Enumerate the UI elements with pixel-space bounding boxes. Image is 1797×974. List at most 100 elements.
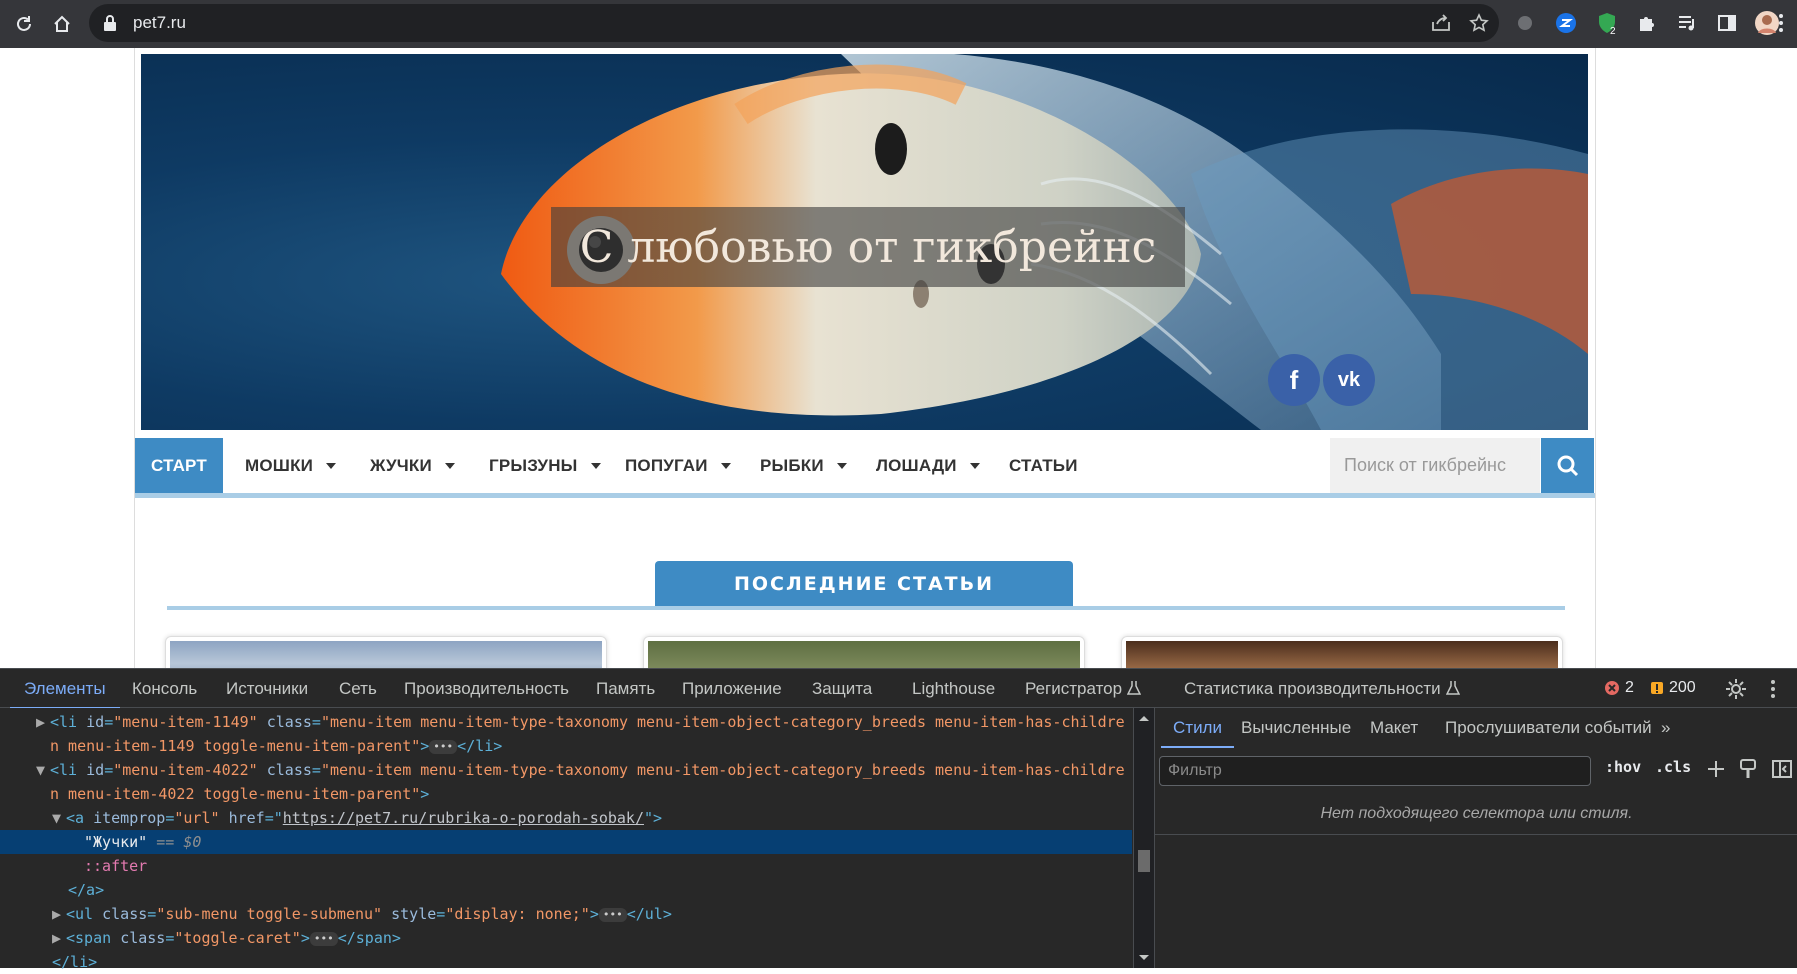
- dom-tag: <li: [50, 713, 87, 731]
- error-counter[interactable]: 2: [1604, 679, 1634, 697]
- dom-node[interactable]: ▼ <li id="menu-item-4022" class="menu-ite…: [0, 758, 1132, 782]
- dom-node[interactable]: ▶ <li id="menu-item-1149" class="menu-ite…: [0, 710, 1132, 734]
- dom-tag: </a>: [68, 881, 105, 899]
- menu-item-moshki[interactable]: МОШКИ: [245, 438, 337, 493]
- caret-down-icon[interactable]: [836, 462, 847, 469]
- caret-down-icon[interactable]: [444, 462, 455, 469]
- dom-node-continuation[interactable]: n menu-item-1149 toggle-menu-item-parent…: [0, 734, 1132, 758]
- dom-attr-value: n menu-item-4022 toggle-menu-item-parent…: [50, 785, 421, 803]
- menu-item-start[interactable]: СТАРТ: [135, 438, 223, 493]
- dom-node[interactable]: ▶ <span class="toggle-caret"> ••• </span>: [0, 926, 1132, 950]
- vk-icon[interactable]: vk: [1323, 354, 1375, 406]
- article-card[interactable]: [1121, 636, 1563, 668]
- tab-recorder[interactable]: Регистратор: [1025, 669, 1142, 709]
- tab-layout[interactable]: Макет: [1370, 708, 1418, 748]
- share-icon[interactable]: [1431, 14, 1451, 36]
- tab-computed[interactable]: Вычисленные: [1241, 708, 1351, 748]
- menu-item-gryzuny[interactable]: ГРЫЗУНЫ: [489, 438, 601, 493]
- expand-triangle-icon[interactable]: ▶: [0, 710, 50, 734]
- reload-icon[interactable]: [12, 12, 36, 36]
- media-queue-icon[interactable]: [1674, 10, 1700, 36]
- extensions-puzzle-icon[interactable]: [1634, 10, 1660, 36]
- ellipsis-icon[interactable]: •••: [429, 740, 458, 754]
- menu-item-popugai[interactable]: ПОПУГАИ: [625, 438, 731, 493]
- tab-sources[interactable]: Источники: [226, 669, 308, 709]
- dom-pseudo-element[interactable]: ::after: [0, 854, 1132, 878]
- tab-lighthouse[interactable]: Lighthouse: [912, 669, 995, 709]
- search-button[interactable]: [1541, 438, 1594, 493]
- tab-event-listeners[interactable]: Прослушиватели событий: [1445, 708, 1652, 748]
- paint-brush-icon[interactable]: [1739, 758, 1757, 785]
- extension-blue-icon[interactable]: [1553, 10, 1579, 36]
- dom-href-link[interactable]: https://pet7.ru/rubrika-o-porodah-sobak/: [283, 809, 644, 827]
- collapse-triangle-icon[interactable]: ▼: [0, 758, 50, 782]
- warning-counter[interactable]: 200: [1650, 679, 1696, 697]
- site-title[interactable]: С любовью от гикбрейнс: [551, 207, 1185, 287]
- new-style-rule-icon[interactable]: [1705, 758, 1727, 785]
- settings-gear-icon[interactable]: [1725, 678, 1747, 705]
- ellipsis-icon[interactable]: •••: [309, 932, 338, 946]
- dom-scrollbar[interactable]: [1133, 708, 1154, 968]
- tab-performance[interactable]: Производительность: [404, 669, 569, 709]
- cls-toggle[interactable]: .cls: [1655, 758, 1691, 776]
- dom-attr-name: style: [391, 905, 437, 923]
- article-card[interactable]: [165, 636, 607, 668]
- caret-down-icon[interactable]: [720, 462, 731, 469]
- dom-tag: </li>: [457, 737, 503, 755]
- dom-closing-tag[interactable]: </a>: [0, 878, 1132, 902]
- tab-elements[interactable]: Элементы: [10, 669, 120, 709]
- warning-icon: [1651, 682, 1663, 694]
- article-thumbnail[interactable]: [170, 641, 602, 668]
- home-icon[interactable]: [50, 12, 74, 36]
- more-tabs-chevron-icon[interactable]: »: [1661, 708, 1670, 748]
- dom-pseudo: ::after: [84, 857, 148, 875]
- expand-triangle-icon[interactable]: ▶: [0, 902, 66, 926]
- tab-security[interactable]: Защита: [812, 669, 872, 709]
- url-text[interactable]: pet7.ru: [133, 13, 186, 33]
- search-input[interactable]: [1330, 438, 1540, 493]
- extension-gray-icon[interactable]: [1512, 10, 1538, 36]
- article-thumbnail[interactable]: [648, 641, 1080, 668]
- ellipsis-icon[interactable]: •••: [598, 908, 627, 922]
- dom-node[interactable]: ▶ <ul class="sub-menu toggle-submenu" sty…: [0, 902, 1132, 926]
- hov-toggle[interactable]: :hov: [1605, 758, 1641, 776]
- tab-console[interactable]: Консоль: [132, 669, 197, 709]
- facebook-icon[interactable]: f: [1268, 354, 1320, 406]
- toggle-sidebar-icon[interactable]: [1771, 758, 1793, 785]
- bookmark-star-icon[interactable]: [1469, 13, 1489, 37]
- tab-memory[interactable]: Память: [596, 669, 655, 709]
- side-panel-icon[interactable]: [1714, 10, 1740, 36]
- expand-triangle-icon[interactable]: ▶: [0, 926, 66, 950]
- dom-node-anchor[interactable]: ▼ <a itemprop="url" href="https://pet7.ru…: [0, 806, 1132, 830]
- scroll-down-icon[interactable]: [1134, 952, 1154, 964]
- tab-network[interactable]: Сеть: [339, 669, 377, 709]
- dom-attr-name: class: [266, 713, 312, 731]
- article-card[interactable]: [643, 636, 1085, 668]
- article-thumbnail[interactable]: [1126, 641, 1558, 668]
- dom-node-selected[interactable]: "Жучки" == $0: [0, 830, 1132, 854]
- tab-performance-insights[interactable]: Статистика производительности: [1184, 669, 1460, 709]
- extension-shield-icon[interactable]: 2: [1594, 10, 1620, 36]
- collapse-triangle-icon[interactable]: ▼: [0, 806, 66, 830]
- menu-item-stati[interactable]: СТАТЬИ: [1009, 438, 1078, 493]
- menu-item-zhuchki[interactable]: ЖУЧКИ: [370, 438, 455, 493]
- dom-tag: </span>: [337, 929, 401, 947]
- caret-down-icon[interactable]: [590, 462, 601, 469]
- dom-closing-tag[interactable]: </li>: [0, 950, 1132, 974]
- styles-filter-input[interactable]: [1159, 756, 1591, 786]
- address-bar[interactable]: pet7.ru: [89, 4, 1499, 42]
- menu-item-rybki[interactable]: РЫБКИ: [760, 438, 847, 493]
- tab-application[interactable]: Приложение: [682, 669, 782, 709]
- scroll-up-icon[interactable]: [1134, 712, 1154, 724]
- dom-node-continuation[interactable]: n menu-item-4022 toggle-menu-item-parent…: [0, 782, 1132, 806]
- tab-styles[interactable]: Стили: [1161, 708, 1234, 748]
- menu-item-loshadi[interactable]: ЛОШАДИ: [876, 438, 980, 493]
- scroll-thumb[interactable]: [1138, 850, 1150, 872]
- menu-item-label: СТАРТ: [151, 455, 207, 475]
- devtools-menu-icon[interactable]: [1770, 679, 1776, 704]
- browser-menu-icon[interactable]: [1770, 10, 1792, 36]
- caret-down-icon[interactable]: [969, 462, 980, 469]
- lock-icon[interactable]: [103, 15, 117, 35]
- browser-toolbar: pet7.ru 2: [0, 0, 1797, 48]
- caret-down-icon[interactable]: [326, 462, 337, 469]
